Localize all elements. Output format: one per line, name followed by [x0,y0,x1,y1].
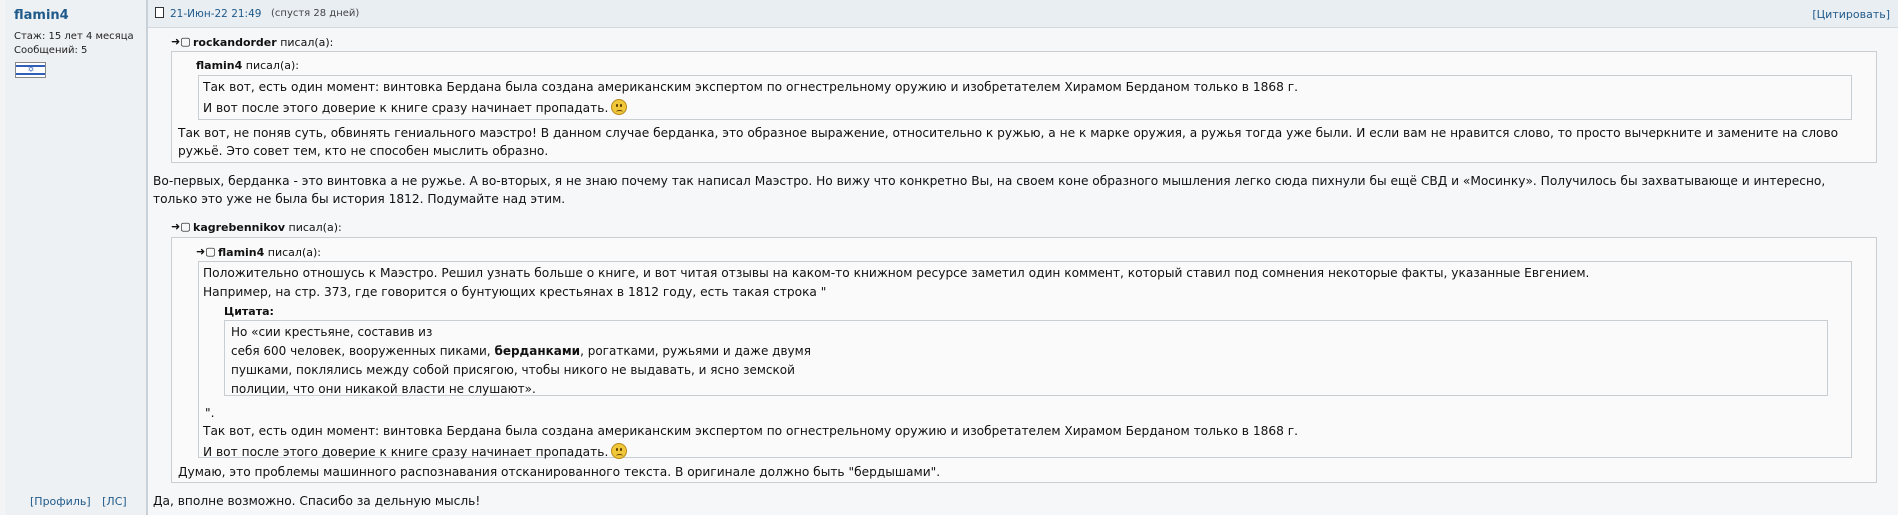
citation-line: полиции, что они никакой власти не слуша… [231,382,536,396]
quote-said: писал(а): [288,221,342,234]
quote-line: Например, на стр. 373, где говорится о б… [203,285,827,299]
reply-line: Думаю, это проблемы машинного распознава… [178,465,941,479]
sad-smiley-icon [611,443,628,459]
post-text: Во-первых, берданка - это винтовка а не … [153,174,1826,188]
quote-line-text: И вот после этого доверие к книге сразу … [203,101,609,115]
post-text: только это уже не была бы история 1812. … [153,192,566,206]
quote-line: И вот после этого доверие к книге сразу … [203,443,628,459]
quote-line: И вот после этого доверие к книге сразу … [203,99,628,115]
post-header: 21-Июн-22 21:49 (спустя 28 дней) [Цитиро… [148,0,1898,28]
quote-button[interactable]: [Цитировать] [1812,8,1890,21]
forum-post: flamin4 Стаж: 15 лет 4 месяца Сообщений:… [0,0,1898,515]
go-to-post-icon[interactable]: ➜▢ [171,221,191,232]
nested-quote-author[interactable]: flamin4 [196,59,242,72]
pm-link[interactable]: [ЛС] [102,495,127,508]
nested-quote-said: писал(а): [267,246,321,259]
post-text: Да, вполне возможно. Спасибо за дельную … [153,494,481,508]
sad-smiley-icon [611,99,628,115]
quote-line: ". [205,406,215,420]
post-elapsed: (спустя 28 дней) [271,8,360,19]
citation-line: себя 600 человек, вооруженных пиками, бе… [231,344,811,358]
citation-text: , рогатками, ружьями и даже двумя [580,344,811,358]
author-tenure: Стаж: 15 лет 4 месяца [14,31,134,42]
nested-quote-header: flamin4 писал(а): [218,246,321,259]
citation-bold-text: берданками [494,344,581,358]
profile-link[interactable]: [Профиль] [30,495,91,508]
go-to-post-icon[interactable]: ➜▢ [171,36,191,47]
reply-line: ружьё. Это совет тем, кто не способен мы… [178,144,549,158]
quote-said: писал(а): [280,36,334,49]
citation-line: пушками, поклялись между собой присягою,… [231,363,795,377]
nested-quote-author[interactable]: flamin4 [218,246,264,259]
author-sidebar: flamin4 Стаж: 15 лет 4 месяца Сообщений:… [5,0,147,515]
reply-line: Так вот, не поняв суть, обвинять гениаль… [178,126,1839,140]
nested-quote-header: flamin4 писал(а): [196,59,299,72]
quote-author[interactable]: rockandorder [193,36,277,49]
quote-header: rockandorder писал(а): [193,36,333,49]
author-username[interactable]: flamin4 [14,8,69,23]
quote-line: Положительно отношусь к Маэстро. Решил у… [203,266,1590,280]
post-date-link[interactable]: 21-Июн-22 21:49 [170,8,261,20]
quote-header: kagrebennikov писал(а): [193,221,342,234]
quote-line-text: И вот после этого доверие к книге сразу … [203,445,609,459]
citation-text: себя 600 человек, вооруженных пиками, [231,344,495,358]
post-icon[interactable] [155,7,164,18]
israel-flag-icon: ✡ [15,62,46,78]
go-to-post-icon[interactable]: ➜▢ [196,246,216,257]
author-post-count: Сообщений: 5 [14,45,88,56]
star-of-david-icon: ✡ [27,65,35,74]
quote-author[interactable]: kagrebennikov [193,221,285,234]
quote-line: Так вот, есть один момент: винтовка Берд… [203,424,1299,438]
quote-line: Так вот, есть один момент: винтовка Берд… [203,80,1299,94]
sidebar-divider [147,0,148,515]
profile-links: [Профиль] [ЛС] [30,495,135,508]
citation-label: Цитата: [224,305,274,318]
nested-quote-said: писал(а): [245,59,299,72]
citation-line: Но «сии крестьяне, составив из [231,325,433,339]
